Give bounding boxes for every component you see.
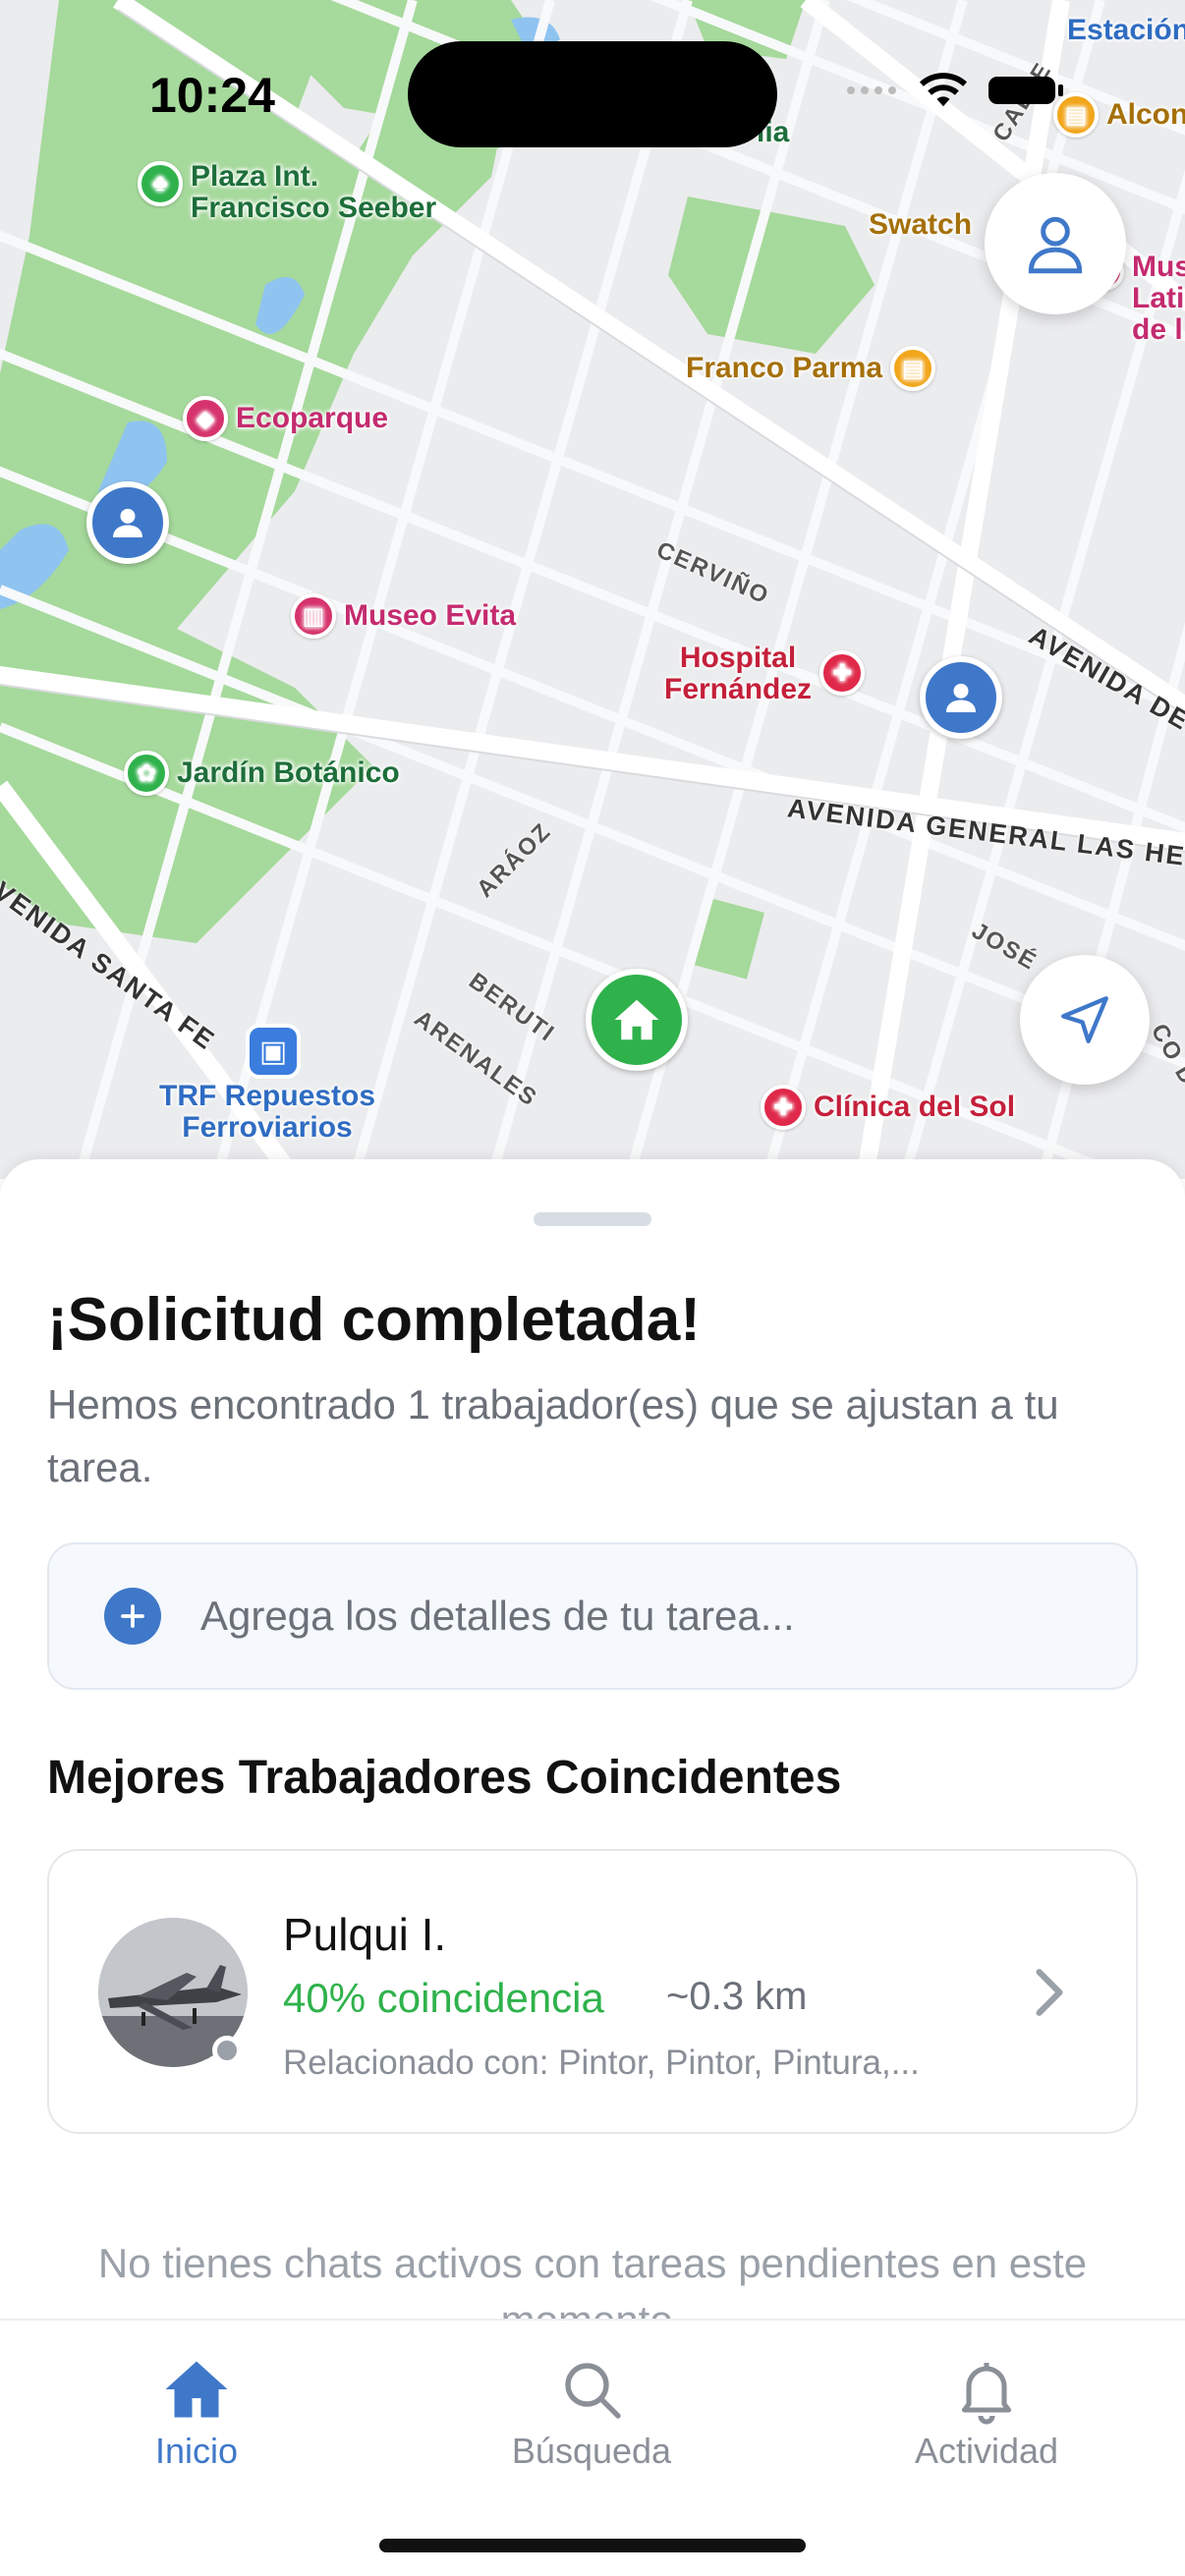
locate-me-button[interactable] xyxy=(1020,955,1150,1085)
bell-icon xyxy=(961,2363,1012,2425)
train-icon: ▣ xyxy=(246,1024,301,1079)
poi-jardin[interactable]: ✿ Jardín Botánico xyxy=(124,751,400,796)
tab-label: Actividad xyxy=(914,2431,1059,2471)
tab-label: Inicio xyxy=(154,2431,239,2471)
flower-icon: ✿ xyxy=(124,751,169,796)
worker-match: 40% coincidencia xyxy=(283,1975,604,2021)
plus-icon xyxy=(104,1588,161,1645)
wifi-icon xyxy=(919,73,968,107)
shop-icon: ▤ xyxy=(890,346,936,391)
person-outline-icon xyxy=(1028,216,1083,274)
home-icon xyxy=(614,999,659,1040)
poi-ecoparque[interactable]: ◆ Ecoparque xyxy=(183,396,388,441)
profile-button[interactable] xyxy=(985,173,1126,314)
results-sheet[interactable]: ¡Solicitud completada! Hemos encontrado … xyxy=(0,1159,1185,2319)
dynamic-island xyxy=(408,41,777,147)
worker-distance: ~0.3 km xyxy=(666,1975,808,2018)
tab-label: Búsqueda xyxy=(511,2431,672,2471)
worker-name: Pulqui I. xyxy=(283,1909,447,1960)
poi-mus-label: Mus Lati de l xyxy=(1132,251,1185,346)
worker-related: Relacionado con: Pintor, Pintor, Pintura… xyxy=(283,2044,920,2082)
tab-bar: Inicio Búsqueda Actividad xyxy=(0,2319,1185,2576)
hospital-icon: ✚ xyxy=(819,650,866,696)
poi-franco[interactable]: Franco Parma ▤ xyxy=(686,346,936,391)
person-icon xyxy=(113,508,142,537)
poi-swatch[interactable]: Swatch xyxy=(869,208,972,242)
poi-franco-label: Franco Parma xyxy=(686,352,883,384)
poi-clinica[interactable]: ✚ Clínica del Sol xyxy=(761,1085,1015,1130)
signal-dots-icon xyxy=(847,86,896,94)
add-task-details-field[interactable]: Agrega los detalles de tu tarea... xyxy=(47,1542,1138,1690)
section-title: Mejores Trabajadores Coincidentes xyxy=(47,1752,842,1804)
poi-alcon-label: Alcon xyxy=(1106,98,1185,131)
navigation-arrow-icon xyxy=(1061,996,1108,1043)
worker-pin[interactable] xyxy=(920,656,1002,739)
poi-museo-evita[interactable]: ▥ Museo Evita xyxy=(291,593,516,639)
home-icon xyxy=(165,2361,228,2418)
poi-ecoparque-label: Ecoparque xyxy=(236,402,389,434)
offline-status-dot xyxy=(212,2036,242,2065)
poi-estacion-label: Estación xyxy=(1067,14,1185,46)
status-time: 10:24 xyxy=(149,68,275,123)
poi-trf[interactable]: TRF Repuestos Ferroviarios xyxy=(159,1081,375,1144)
chevron-right-icon[interactable] xyxy=(1032,1967,1067,2018)
poi-hospital-label: Hospital Fernández xyxy=(664,642,813,705)
poi-plaza[interactable]: ♣ Plaza Int. Francisco Seeber xyxy=(138,161,436,224)
hospital-icon: ✚ xyxy=(761,1085,806,1130)
sheet-title: ¡Solicitud completada! xyxy=(47,1286,701,1354)
worker-card[interactable]: Pulqui I. 40% coincidencia ~0.3 km Relac… xyxy=(47,1849,1138,2134)
search-icon xyxy=(565,2363,621,2419)
poi-hospital[interactable]: Hospital Fernández ✚ xyxy=(664,642,866,705)
tab-busqueda[interactable]: Búsqueda xyxy=(444,2354,739,2472)
poi-jardin-label: Jardín Botánico xyxy=(177,756,400,789)
poi-plaza-label: Plaza Int. Francisco Seeber xyxy=(191,160,437,224)
status-icons xyxy=(845,71,1065,110)
poi-estacion[interactable]: Estación xyxy=(1067,14,1185,47)
home-indicator xyxy=(379,2539,806,2552)
museum-icon: ▥ xyxy=(291,593,336,639)
map-view[interactable]: ♣ Plaza Int. Francisco Seeber ◆ Ecoparqu… xyxy=(0,0,1185,1179)
sheet-grabber[interactable] xyxy=(534,1212,651,1226)
tree-icon: ♣ xyxy=(138,161,183,206)
battery-icon xyxy=(988,77,1063,104)
poi-alcon[interactable]: ▤ Alcon xyxy=(1053,92,1185,138)
tab-inicio[interactable]: Inicio xyxy=(49,2354,344,2472)
poi-museo-evita-label: Museo Evita xyxy=(344,599,517,632)
sheet-subtitle: Hemos encontrado 1 trabajador(es) que se… xyxy=(47,1381,1059,1490)
poi-trf-label: TRF Repuestos Ferroviarios xyxy=(159,1080,376,1144)
home-location-pin[interactable] xyxy=(586,969,688,1071)
person-icon xyxy=(946,683,976,712)
no-chats-message: No tienes chats activos con tareas pendi… xyxy=(97,2240,1088,2319)
task-details-placeholder: Agrega los detalles de tu tarea... xyxy=(200,1593,795,1639)
poi-clinica-label: Clínica del Sol xyxy=(814,1091,1016,1123)
worker-pin[interactable] xyxy=(86,481,169,564)
zoo-icon: ◆ xyxy=(183,396,228,441)
tab-actividad[interactable]: Actividad xyxy=(839,2354,1134,2472)
poi-swatch-label: Swatch xyxy=(869,208,973,241)
